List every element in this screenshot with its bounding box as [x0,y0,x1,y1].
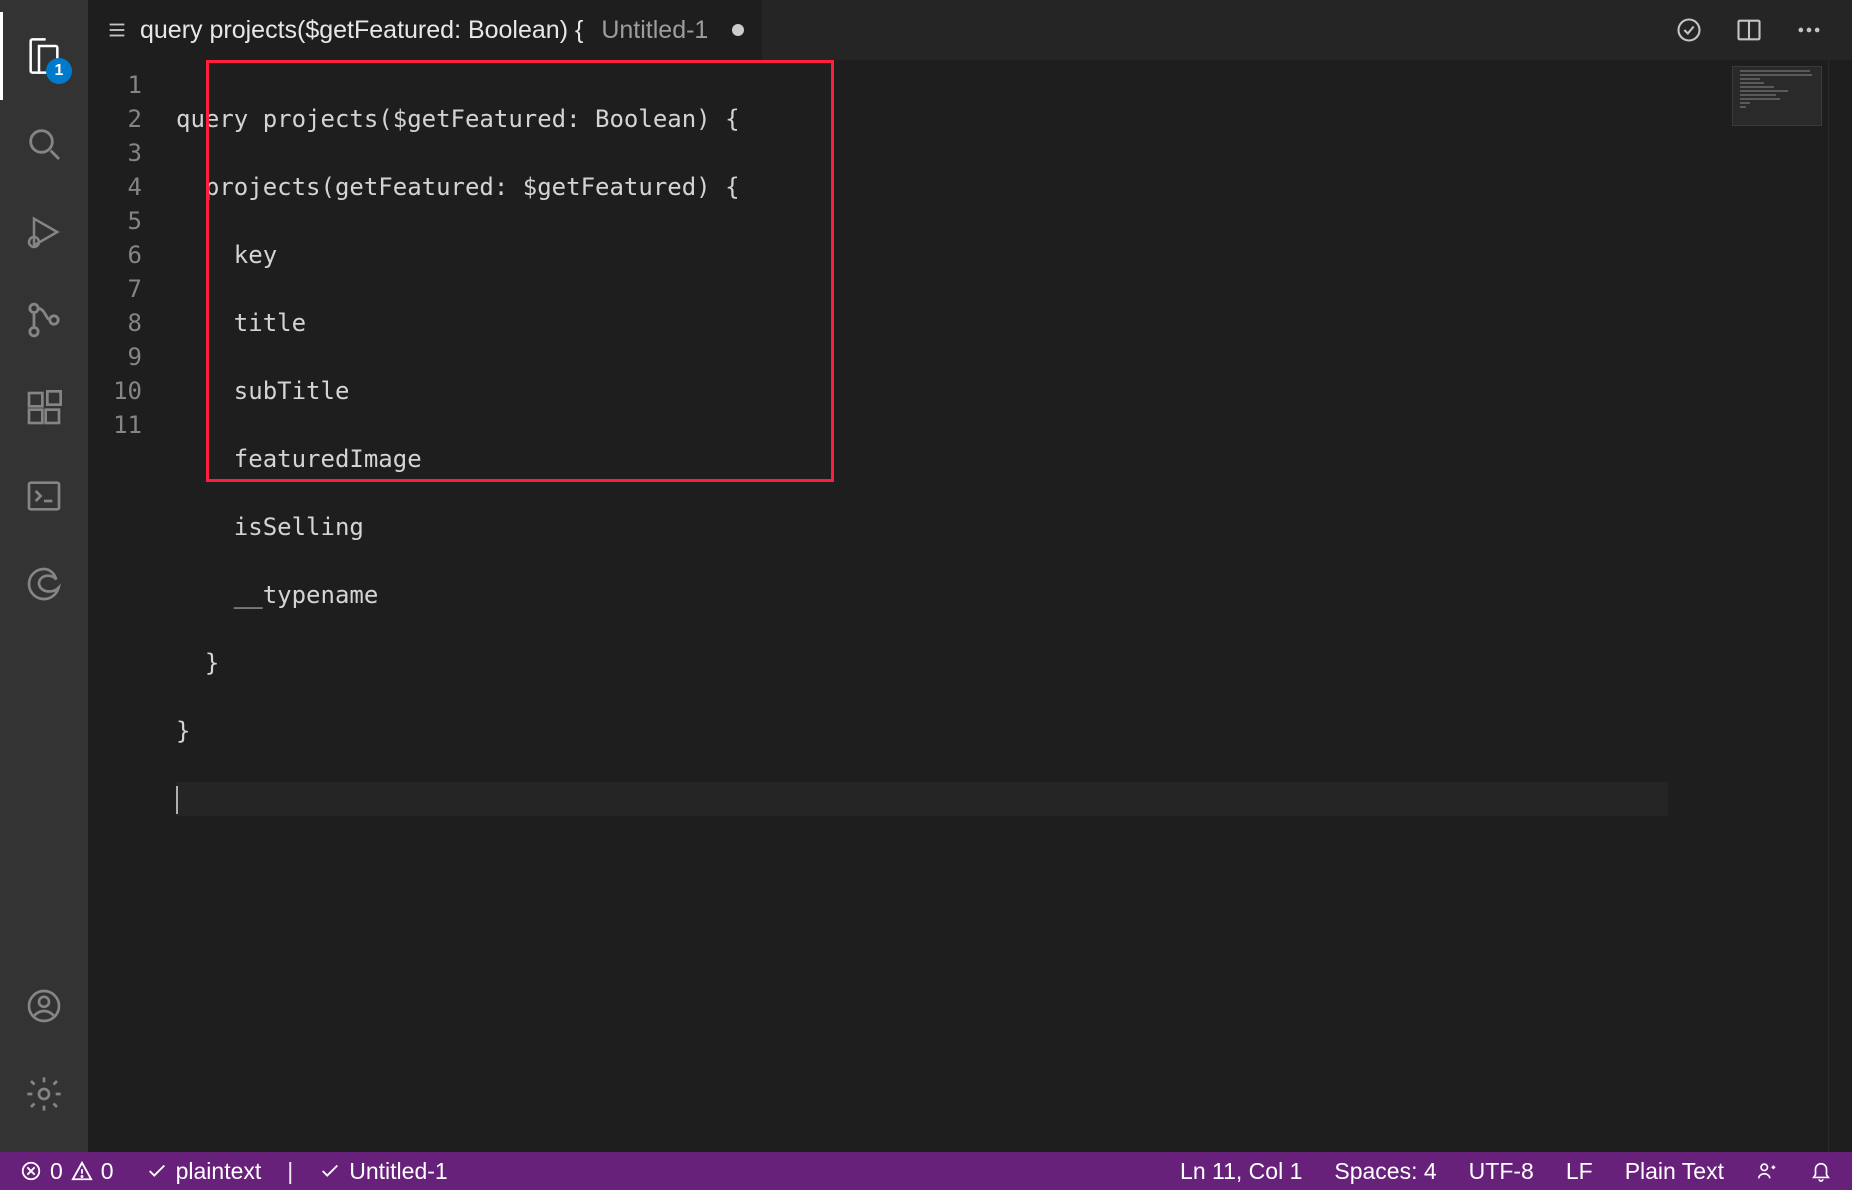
code-line[interactable]: isSelling [176,510,1668,544]
code-line[interactable]: title [176,306,1668,340]
status-cursor-position[interactable]: Ln 11, Col 1 [1174,1152,1308,1190]
activity-search[interactable] [0,100,88,188]
tab-title: query projects($getFeatured: Boolean) { [140,16,583,45]
status-feedback-icon[interactable] [1750,1152,1784,1190]
code-line[interactable]: key [176,238,1668,272]
code-content[interactable]: query projects($getFeatured: Boolean) { … [156,60,1668,1152]
code-line[interactable]: subTitle [176,374,1668,408]
editor-body[interactable]: 1 2 3 4 5 6 7 8 9 10 11 query projects($… [88,60,1852,1152]
status-eol[interactable]: LF [1560,1152,1599,1190]
tab-bar: query projects($getFeatured: Boolean) { … [88,0,1852,60]
activity-settings[interactable] [0,1050,88,1138]
code-line[interactable]: projects(getFeatured: $getFeatured) { [176,170,1668,204]
split-editor-icon[interactable] [1734,15,1764,45]
line-number-gutter: 1 2 3 4 5 6 7 8 9 10 11 [88,60,156,1152]
status-lang-server[interactable]: plaintext [140,1152,268,1190]
code-line[interactable]: featuredImage [176,442,1668,476]
explorer-badge: 1 [46,58,72,84]
editor-area: query projects($getFeatured: Boolean) { … [88,0,1852,1152]
code-line[interactable] [176,782,1668,816]
activity-extensions[interactable] [0,364,88,452]
text-caret [176,786,178,814]
more-actions-icon[interactable] [1794,15,1824,45]
status-language-mode[interactable]: Plain Text [1619,1152,1730,1190]
overview-ruler[interactable] [1828,60,1852,1152]
activity-source-control[interactable] [0,276,88,364]
tab-subtitle: Untitled-1 [601,16,708,45]
status-problems[interactable]: 0 0 [14,1152,120,1190]
activity-run-debug[interactable] [0,188,88,276]
code-line[interactable]: query projects($getFeatured: Boolean) { [176,102,1668,136]
activity-bar: 1 [0,0,88,1152]
code-line[interactable]: } [176,714,1668,748]
activity-edge-icon[interactable] [0,540,88,628]
code-line[interactable]: __typename [176,578,1668,612]
status-encoding[interactable]: UTF-8 [1463,1152,1540,1190]
status-bar: 0 0 plaintext | Untitled-1 Ln 11, Col 1 … [0,1152,1852,1190]
code-line[interactable]: } [176,646,1668,680]
activity-accounts[interactable] [0,962,88,1050]
hamburger-icon [106,19,128,41]
editor-tab[interactable]: query projects($getFeatured: Boolean) { … [88,0,763,60]
minimap[interactable] [1668,60,1828,1152]
run-action-icon[interactable] [1674,15,1704,45]
activity-terminal[interactable] [0,452,88,540]
dirty-indicator-icon [732,24,744,36]
status-filename[interactable]: Untitled-1 [313,1152,453,1190]
status-notifications-icon[interactable] [1804,1152,1838,1190]
status-indentation[interactable]: Spaces: 4 [1328,1152,1442,1190]
minimap-lines [1740,70,1816,108]
activity-explorer[interactable]: 1 [0,12,88,100]
